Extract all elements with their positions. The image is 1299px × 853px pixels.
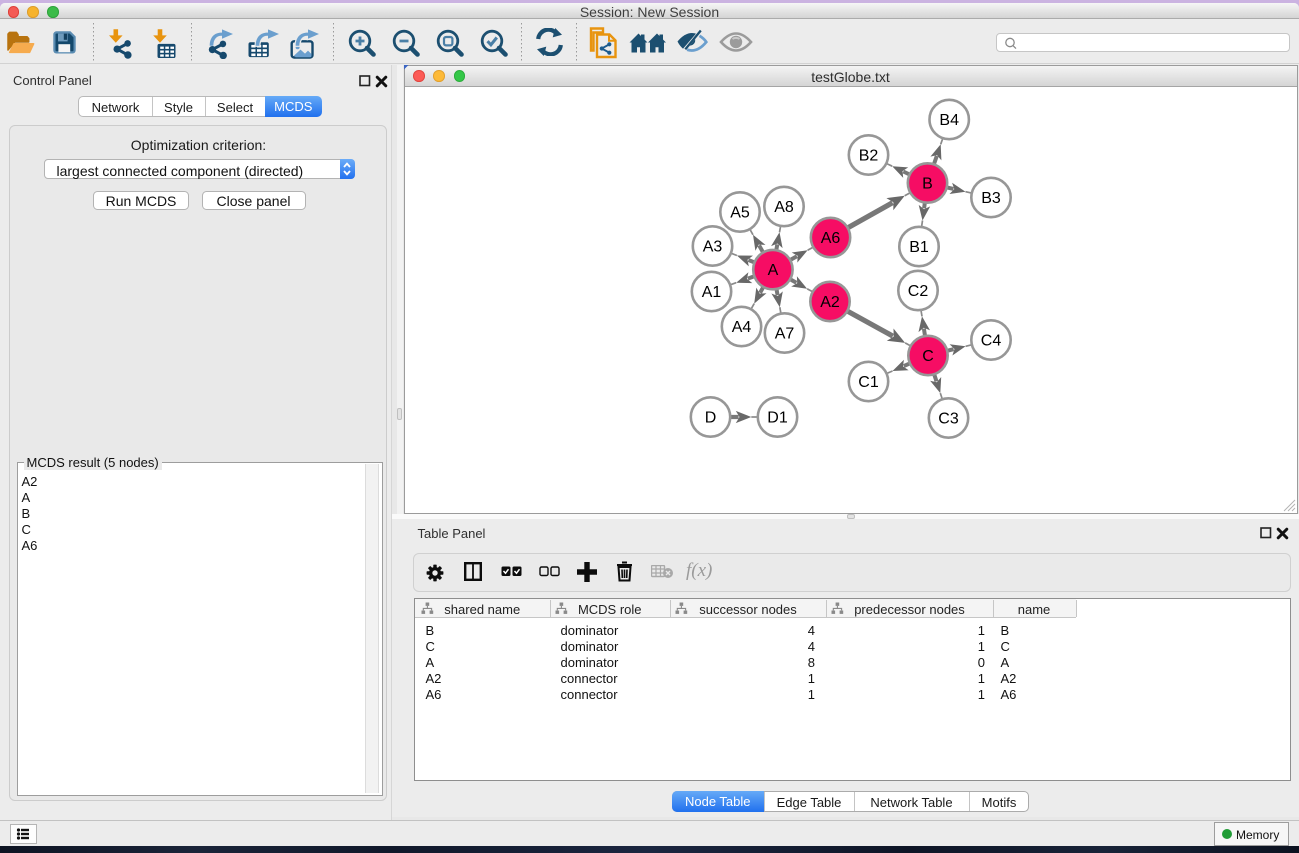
svg-text:A1: A1 — [701, 284, 721, 301]
svg-text:A8: A8 — [774, 199, 794, 216]
svg-text:A3: A3 — [702, 239, 722, 256]
svg-text:A2: A2 — [820, 294, 840, 311]
svg-text:A7: A7 — [774, 326, 794, 343]
svg-text:B3: B3 — [981, 190, 1001, 207]
svg-text:A6: A6 — [820, 230, 840, 247]
svg-text:A5: A5 — [730, 205, 750, 222]
svg-text:D: D — [704, 410, 716, 427]
svg-text:B1: B1 — [909, 239, 929, 256]
svg-text:B2: B2 — [858, 148, 878, 165]
svg-text:B: B — [922, 176, 933, 193]
svg-text:D1: D1 — [767, 410, 788, 427]
svg-text:C2: C2 — [907, 283, 928, 300]
svg-text:B4: B4 — [939, 112, 959, 129]
svg-text:C: C — [922, 348, 934, 365]
svg-text:C4: C4 — [980, 333, 1001, 350]
svg-text:A: A — [767, 262, 778, 279]
svg-text:A4: A4 — [731, 319, 751, 336]
svg-text:C1: C1 — [858, 374, 879, 391]
svg-text:C3: C3 — [938, 411, 959, 428]
